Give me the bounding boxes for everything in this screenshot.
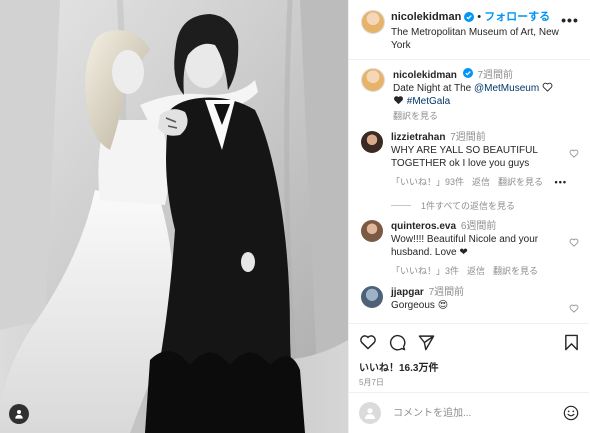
add-comment-bar <box>349 392 589 433</box>
comment-text: WHY ARE YALL SO BEAUTIFUL TOGETHER ok I … <box>391 145 538 169</box>
comment-like-button[interactable] <box>567 220 581 278</box>
save-button[interactable] <box>564 334 579 351</box>
caption-hashtag-link[interactable]: #MetGala <box>407 96 450 107</box>
person-icon <box>15 410 23 419</box>
comment-meta: 「いいね！」3件 返信 翻訳を見る <box>391 265 567 278</box>
action-icons-row <box>359 330 579 354</box>
comment-translate-link[interactable]: 翻訳を見る <box>493 265 538 278</box>
caption: nicolekidman 7週間前 Date Night at The @Met… <box>349 60 589 123</box>
comment-button[interactable] <box>389 334 406 351</box>
comment-like-button[interactable] <box>567 286 581 313</box>
black-heart-icon <box>394 96 403 105</box>
heart-outline-icon <box>569 304 579 313</box>
caption-text: Date Night at The @MetMuseum #MetGala <box>393 82 581 108</box>
header-top-line: nicolekidman • フォローする <box>391 10 560 24</box>
comment-body: quinteros.eva 6週間前 Wow!!!! Beautiful Nic… <box>391 220 567 278</box>
post-date[interactable]: 5月7日 <box>359 377 579 388</box>
comment-header: jjapgar 7週間前 <box>391 286 567 299</box>
post-photo[interactable] <box>0 0 348 433</box>
caption-body: nicolekidman 7週間前 Date Night at The @Met… <box>393 68 581 123</box>
comment-like-button[interactable] <box>567 131 581 189</box>
post-side-panel: nicolekidman • フォローする The Metropolitan M… <box>348 0 590 433</box>
comment-reply-button[interactable]: 返信 <box>467 265 485 278</box>
heart-outline-icon <box>542 82 553 92</box>
comment-item: lizzietrahan 7週間前 WHY ARE YALL SO BEAUTI… <box>349 123 589 189</box>
header-text: nicolekidman • フォローする The Metropolitan M… <box>391 10 560 52</box>
comment-item: quinteros.eva 6週間前 Wow!!!! Beautiful Nic… <box>349 212 589 278</box>
comment-header: lizzietrahan 7週間前 <box>391 131 567 144</box>
caption-translate-link[interactable]: 翻訳を見る <box>393 110 581 123</box>
separator-dot: • <box>477 11 482 23</box>
comment-time[interactable]: 6週間前 <box>461 221 497 232</box>
like-count[interactable]: いいね！16.3万件 <box>359 359 579 374</box>
comment-text: Gorgeous 😍 <box>391 300 449 311</box>
verified-badge-icon <box>462 68 473 78</box>
comment-item: jjapgar 7週間前 Gorgeous 😍 <box>349 278 589 313</box>
author-username[interactable]: nicolekidman <box>391 10 461 24</box>
comment-more-button[interactable]: ••• <box>555 176 567 189</box>
comment-header: quinteros.eva 6週間前 <box>391 220 567 233</box>
share-button[interactable] <box>418 334 435 351</box>
comment-text: Wow!!!! Beautiful Nicole and your husban… <box>391 234 539 258</box>
replies-divider <box>391 205 411 206</box>
more-options-button[interactable]: ••• <box>560 12 580 28</box>
comment-meta: 「いいね！」93件 返信 翻訳を見る ••• <box>391 176 567 189</box>
follow-button[interactable]: フォローする <box>484 10 550 24</box>
caption-header: nicolekidman 7週間前 <box>393 68 581 82</box>
paper-plane-icon <box>418 334 435 350</box>
heart-outline-icon <box>569 238 579 247</box>
comment-likes[interactable]: 「いいね！」3件 <box>391 265 459 278</box>
person-icon <box>365 408 375 419</box>
commenter-avatar[interactable] <box>361 131 383 153</box>
view-replies-label: 1件すべての返信を見る <box>421 201 516 211</box>
comment-likes[interactable]: 「いいね！」93件 <box>391 176 464 189</box>
post-actions: いいね！16.3万件 5月7日 <box>349 323 589 388</box>
speech-bubble-icon <box>389 334 406 350</box>
comment-time[interactable]: 7週間前 <box>450 132 486 143</box>
verified-badge-icon <box>464 12 475 22</box>
comment-input[interactable] <box>391 406 563 420</box>
caption-time[interactable]: 7週間前 <box>477 70 513 81</box>
tagged-people-button[interactable] <box>9 404 29 424</box>
couple-photo-illustration <box>0 0 348 433</box>
caption-mention-link[interactable]: @MetMuseum <box>474 83 539 94</box>
post-header: nicolekidman • フォローする The Metropolitan M… <box>349 0 590 60</box>
comment-body: lizzietrahan 7週間前 WHY ARE YALL SO BEAUTI… <box>391 131 567 189</box>
comment-username[interactable]: jjapgar <box>391 287 424 298</box>
commenter-avatar[interactable] <box>361 286 383 308</box>
heart-icon <box>360 335 376 350</box>
comment-body: jjapgar 7週間前 Gorgeous 😍 <box>391 286 567 313</box>
emoji-picker-button[interactable] <box>563 405 579 421</box>
like-button[interactable] <box>359 334 377 350</box>
comment-username[interactable]: lizzietrahan <box>391 132 445 143</box>
caption-text-main: Date Night at The <box>393 83 474 94</box>
smiley-icon <box>563 405 579 421</box>
post-location[interactable]: The Metropolitan Museum of Art, New York <box>391 26 560 52</box>
commenter-avatar[interactable] <box>361 220 383 242</box>
heart-outline-icon <box>569 149 579 158</box>
post-viewer: nicolekidman • フォローする The Metropolitan M… <box>0 0 590 433</box>
comment-username[interactable]: quinteros.eva <box>391 221 456 232</box>
view-replies-button[interactable]: 1件すべての返信を見る <box>349 189 589 212</box>
caption-avatar[interactable] <box>361 68 385 92</box>
comment-time[interactable]: 7週間前 <box>429 287 465 298</box>
current-user-avatar <box>359 402 381 424</box>
caption-username[interactable]: nicolekidman <box>393 70 457 81</box>
comment-reply-button[interactable]: 返信 <box>472 176 490 189</box>
comments-list: nicolekidman 7週間前 Date Night at The @Met… <box>349 60 589 323</box>
bookmark-icon <box>565 334 578 350</box>
comment-translate-link[interactable]: 翻訳を見る <box>498 176 543 189</box>
author-avatar[interactable] <box>361 10 385 34</box>
